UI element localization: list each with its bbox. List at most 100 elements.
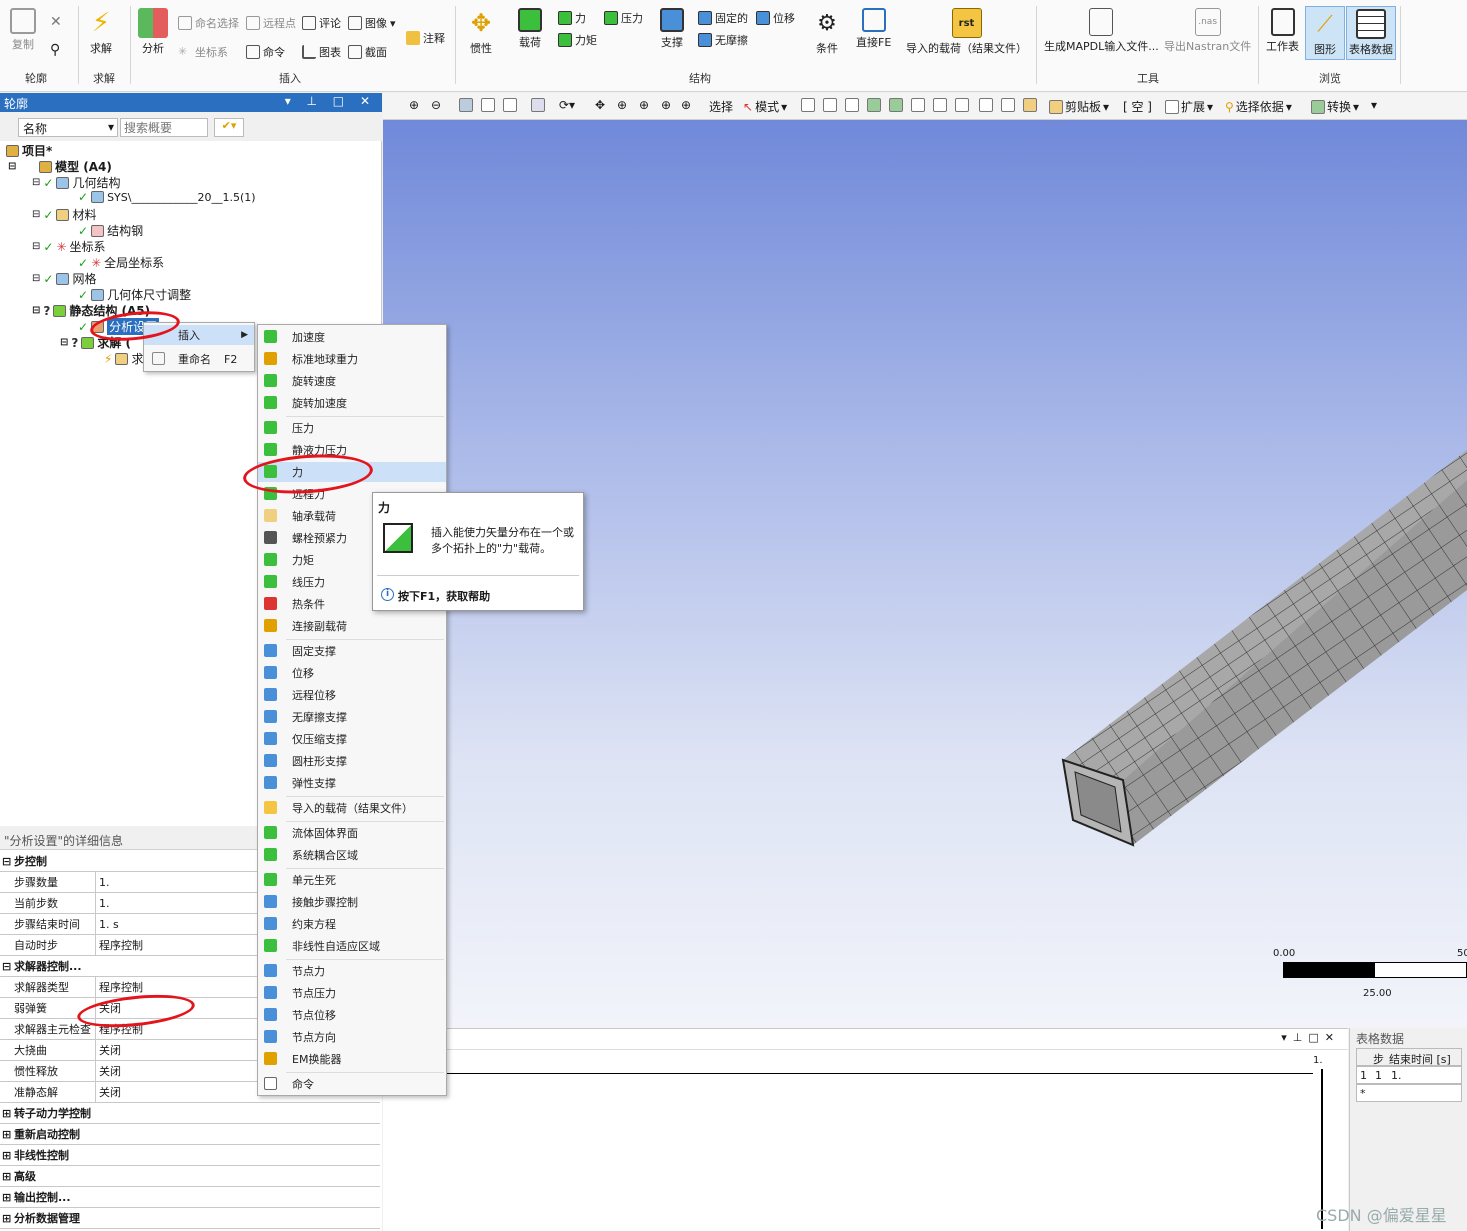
- close-icon[interactable]: ✕: [50, 14, 62, 30]
- select-label[interactable]: 选择: [709, 98, 733, 115]
- element-select-icon[interactable]: [911, 98, 925, 112]
- menu-item-contact-step[interactable]: 接触步骤控制: [258, 892, 446, 912]
- details-section-rotordynamics[interactable]: ⊞ 转子动力学控制: [0, 1103, 380, 1124]
- table-row-new[interactable]: *: [1356, 1084, 1462, 1102]
- nastran-button[interactable]: .nas 导出Nastran文件: [1164, 8, 1251, 54]
- edge-select-icon[interactable]: [823, 98, 837, 112]
- menu-item-elastic-support[interactable]: 弹性支撑: [258, 773, 446, 793]
- menu-item-joint-load[interactable]: 连接副载荷: [258, 616, 446, 636]
- support-button[interactable]: 支撑: [660, 8, 684, 50]
- tree-node-geometry[interactable]: ⊟ ✓ 几何结构: [32, 174, 120, 191]
- copy-button[interactable]: 复制: [10, 8, 36, 52]
- panel-controls[interactable]: ▾ ⊥ □ ✕: [285, 94, 376, 108]
- solve-button[interactable]: ⚡ 求解: [86, 8, 116, 56]
- menu-item-system-coupling[interactable]: 系统耦合区域: [258, 845, 446, 865]
- box-view-icon[interactable]: [459, 98, 473, 112]
- section-button[interactable]: 截面: [348, 44, 387, 60]
- select-all-icon[interactable]: [979, 98, 993, 112]
- comment-button[interactable]: 评论: [302, 15, 341, 31]
- tree-node-project[interactable]: 项目*: [6, 142, 52, 159]
- coordinate-button[interactable]: ✳ 坐标系: [178, 44, 228, 60]
- menu-item-pressure[interactable]: 压力: [258, 418, 446, 438]
- menu-item-nodal-displacement[interactable]: 节点位移: [258, 1005, 446, 1025]
- zoom-out-icon[interactable]: ⊖: [431, 98, 441, 112]
- details-section-output[interactable]: ⊞ 输出控制...: [0, 1187, 380, 1208]
- details-section-advanced[interactable]: ⊞ 高级: [0, 1166, 380, 1187]
- fixed-button[interactable]: 固定的: [698, 10, 748, 26]
- frictionless-button[interactable]: 无摩擦: [698, 32, 748, 48]
- details-section-restart[interactable]: ⊞ 重新启动控制: [0, 1124, 380, 1145]
- menu-item-gravity[interactable]: 标准地球重力: [258, 349, 446, 369]
- annotation-button[interactable]: 注释: [406, 30, 445, 46]
- vertex-select-icon[interactable]: [801, 98, 815, 112]
- menu-item-rotational-velocity[interactable]: 旋转速度: [258, 371, 446, 391]
- menu-item-acceleration[interactable]: 加速度: [258, 327, 446, 347]
- table-button[interactable]: 表格数据: [1346, 6, 1396, 60]
- moment-button[interactable]: 力矩: [558, 32, 597, 48]
- select-by-dropdown[interactable]: ⚲ 选择依据 ▾: [1225, 98, 1292, 115]
- pressure-button[interactable]: 压力: [604, 10, 643, 26]
- search-icon[interactable]: ⚲: [50, 42, 60, 58]
- menu-item-fluid-solid-interface[interactable]: 流体固体界面: [258, 823, 446, 843]
- tree-node-structural-steel[interactable]: ✓ 结构钢: [78, 222, 143, 239]
- clipboard-icon-wrap[interactable]: [1023, 98, 1037, 112]
- details-section-data-management[interactable]: ⊞ 分析数据管理: [0, 1208, 380, 1229]
- extend-dropdown[interactable]: 扩展 ▾: [1165, 98, 1213, 115]
- image-button[interactable]: 图像 ▾: [348, 15, 396, 31]
- extend-icon[interactable]: [955, 98, 969, 112]
- tree-node-coordinates[interactable]: ⊟ ✓ ✳ 坐标系: [32, 238, 106, 255]
- iso-view-icon[interactable]: [481, 98, 495, 112]
- tree-node-body[interactable]: ✓ SYS\____________20__1.5(1): [78, 190, 256, 204]
- menu-item-frictionless-support[interactable]: 无摩擦支撑: [258, 707, 446, 727]
- displacement-button[interactable]: 位移: [756, 10, 795, 26]
- menu-item-nonlinear-adaptive[interactable]: 非线性自适应区域: [258, 936, 446, 956]
- command-button[interactable]: 命令: [246, 44, 285, 60]
- toolbar-overflow-icon[interactable]: ▾: [1371, 98, 1377, 112]
- fit-icon[interactable]: ⊕: [661, 98, 671, 112]
- chart-button[interactable]: 图表: [302, 44, 341, 60]
- menu-item-cylindrical-support[interactable]: 圆柱形支撑: [258, 751, 446, 771]
- node-select-icon[interactable]: [889, 98, 903, 112]
- condition-button[interactable]: ⚙ 条件: [812, 8, 842, 56]
- direct-fe-button[interactable]: 直接FE: [856, 8, 891, 50]
- tree-node-sizing[interactable]: ✓ 几何体尺寸调整: [78, 286, 191, 303]
- tree-node-model[interactable]: ⊟ 模型 (A4): [8, 158, 112, 175]
- box-zoom-icon[interactable]: ⊕: [639, 98, 649, 112]
- rotate-icon[interactable]: ⟳▾: [559, 98, 575, 112]
- inertia-button[interactable]: ✥ 惯性: [466, 8, 496, 56]
- mode-dropdown[interactable]: ↖ 模式 ▾: [743, 98, 787, 115]
- convert-dropdown[interactable]: 转换 ▾: [1311, 98, 1359, 115]
- element-face-icon[interactable]: [933, 98, 947, 112]
- context-menu-rename[interactable]: 重命名 F2: [144, 349, 254, 369]
- fit-view-icon[interactable]: [503, 98, 517, 112]
- load-button[interactable]: 载荷: [518, 8, 542, 50]
- menu-item-command[interactable]: 命令: [258, 1074, 446, 1094]
- zoom-in-icon[interactable]: ⊕: [409, 98, 419, 112]
- select-mesh-icon[interactable]: [1001, 98, 1015, 112]
- remote-point-button[interactable]: 远程点: [246, 15, 296, 31]
- magnify-icon[interactable]: ⊕: [681, 98, 691, 112]
- outline-search-input[interactable]: [120, 118, 208, 137]
- menu-item-element-birth-death[interactable]: 单元生死: [258, 870, 446, 890]
- analysis-button[interactable]: 分析: [138, 8, 168, 56]
- menu-item-nodal-orientation[interactable]: 节点方向: [258, 1027, 446, 1047]
- tree-node-global-coordinates[interactable]: ✓ ✳ 全局坐标系: [78, 254, 164, 271]
- imported-load-button[interactable]: rst 导入的载荷（结果文件）: [906, 8, 1027, 56]
- table-row[interactable]: 1 1 1.: [1356, 1066, 1462, 1084]
- filter-select[interactable]: 名称 ▾: [18, 118, 118, 137]
- mapdl-button[interactable]: 生成MAPDL输入文件...: [1044, 8, 1159, 54]
- menu-item-fixed-support[interactable]: 固定支撑: [258, 641, 446, 661]
- graph-button[interactable]: ⟋ 图形: [1305, 6, 1345, 60]
- selection-filter-icon[interactable]: [531, 98, 545, 112]
- zoom-icon[interactable]: ⊕: [617, 98, 627, 112]
- tree-node-solution-info[interactable]: ⚡ 求: [104, 350, 143, 367]
- pan-icon[interactable]: ✥: [595, 98, 605, 112]
- menu-item-em-transducer[interactable]: EM换能器: [258, 1049, 446, 1069]
- named-selection-button[interactable]: 命名选择: [178, 15, 239, 31]
- menu-item-rotational-acceleration[interactable]: 旋转加速度: [258, 393, 446, 413]
- graph-panel-controls[interactable]: ▾⊥□✕: [1281, 1031, 1340, 1044]
- menu-item-nodal-pressure[interactable]: 节点压力: [258, 983, 446, 1003]
- tree-node-mesh[interactable]: ⊟ ✓ 网格: [32, 270, 96, 287]
- worksheet-button[interactable]: 工作表: [1266, 8, 1299, 54]
- details-section-nonlinear[interactable]: ⊞ 非线性控制: [0, 1145, 380, 1166]
